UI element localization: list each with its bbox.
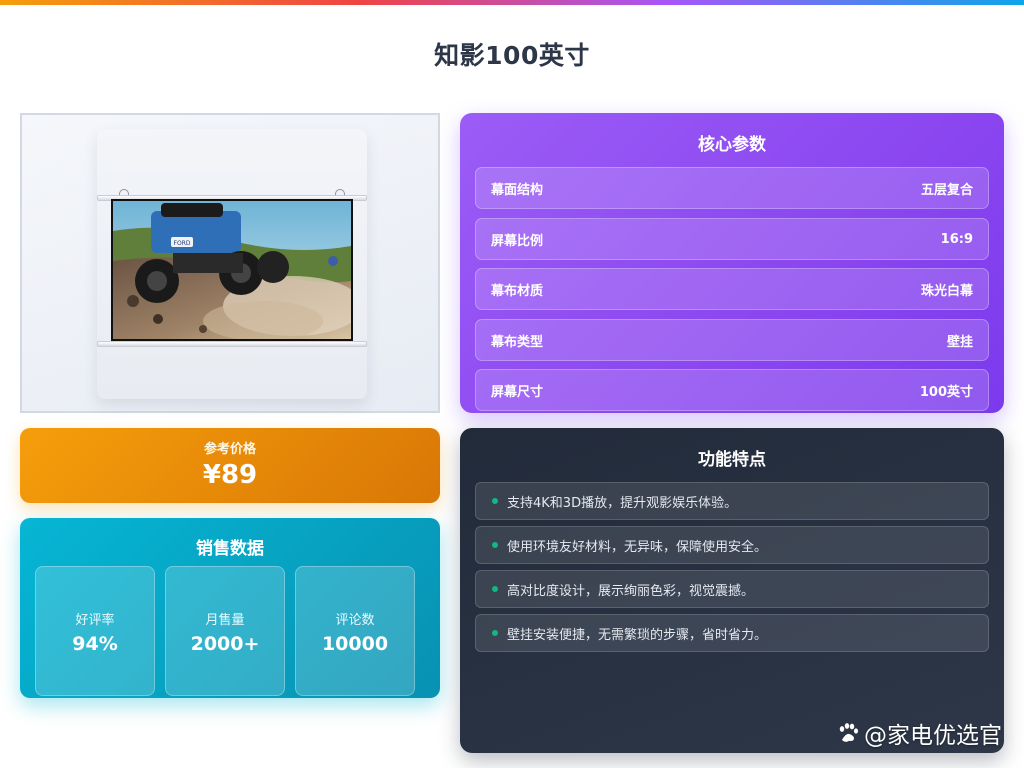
stat-box-monthly-sales: 月售量 2000+ (165, 566, 285, 696)
param-label: 屏幕比例 (491, 233, 544, 249)
core-params-panel: 核心参数 幕面结构 五层复合 屏幕比例 16:9 幕布材质 珠光白幕 幕布类型 … (460, 113, 1004, 413)
param-label: 幕布类型 (491, 334, 544, 350)
paw-icon (839, 722, 859, 743)
offroad-truck-picture: FORD (113, 201, 351, 339)
feature-item: 壁挂安装便捷，无需繁琐的步骤，省时省力。 (475, 614, 989, 652)
bullet-dot-icon (492, 630, 498, 636)
stat-value: 10000 (321, 633, 389, 655)
param-value: 五层复合 (920, 182, 973, 198)
watermark: @家电优选官 (836, 716, 1002, 750)
param-row: 幕面结构 五层复合 (475, 167, 989, 209)
product-image: FORD (97, 129, 367, 399)
sales-data-panel: 销售数据 好评率 94% 月售量 2000+ 评论数 10000 (20, 518, 440, 698)
param-label: 屏幕尺寸 (491, 384, 544, 400)
features-panel: 功能特点 支持4K和3D播放，提升观影娱乐体验。 使用环境友好材料，无异味，保障… (460, 428, 1004, 753)
price-panel: 参考价格 ¥89 (20, 428, 440, 503)
projection-screen: FORD (111, 199, 353, 341)
watermark-text: @家电优选官 (864, 723, 1002, 749)
product-image-panel: FORD (20, 113, 440, 413)
feature-item: 使用环境友好材料，无异味，保障使用安全。 (475, 526, 989, 564)
stat-value: 2000+ (190, 633, 260, 655)
price-label: 参考价格 (203, 442, 256, 457)
feature-text: 壁挂安装便捷，无需繁琐的步骤，省时省力。 (507, 627, 768, 643)
bullet-dot-icon (492, 498, 498, 504)
param-value: 壁挂 (946, 334, 973, 350)
bullet-dot-icon (492, 586, 498, 592)
sales-data-title: 销售数据 (196, 539, 264, 559)
stat-value: 94% (72, 633, 118, 655)
stat-box-reviews: 评论数 10000 (295, 566, 415, 696)
truck-badge: FORD (174, 240, 191, 247)
feature-item: 高对比度设计，展示绚丽色彩，视觉震撼。 (475, 570, 989, 608)
param-row: 屏幕比例 16:9 (475, 218, 989, 260)
param-row: 屏幕尺寸 100英寸 (475, 369, 989, 411)
screen-bottom-bar (97, 341, 367, 347)
page-title: 知影100英寸 (434, 41, 590, 70)
stat-label: 评论数 (335, 613, 375, 628)
param-value: 珠光白幕 (920, 283, 973, 299)
param-value: 16:9 (940, 231, 973, 247)
features-title: 功能特点 (698, 450, 766, 470)
bullet-dot-icon (492, 542, 498, 548)
param-label: 幕布材质 (491, 283, 544, 299)
feature-text: 使用环境友好材料，无异味，保障使用安全。 (507, 539, 768, 555)
param-row: 幕布类型 壁挂 (475, 319, 989, 361)
param-value: 100英寸 (919, 384, 973, 400)
stat-label: 好评率 (75, 613, 115, 628)
param-label: 幕面结构 (491, 182, 544, 198)
top-accent-strip (0, 0, 1024, 5)
stat-label: 月售量 (205, 613, 245, 628)
feature-text: 支持4K和3D播放，提升观影娱乐体验。 (507, 495, 738, 511)
core-params-title: 核心参数 (698, 135, 766, 155)
stat-box-rating: 好评率 94% (35, 566, 155, 696)
param-row: 幕布材质 珠光白幕 (475, 268, 989, 310)
feature-text: 高对比度设计，展示绚丽色彩，视觉震撼。 (507, 583, 755, 599)
price-value: ¥89 (202, 460, 258, 490)
feature-item: 支持4K和3D播放，提升观影娱乐体验。 (475, 482, 989, 520)
